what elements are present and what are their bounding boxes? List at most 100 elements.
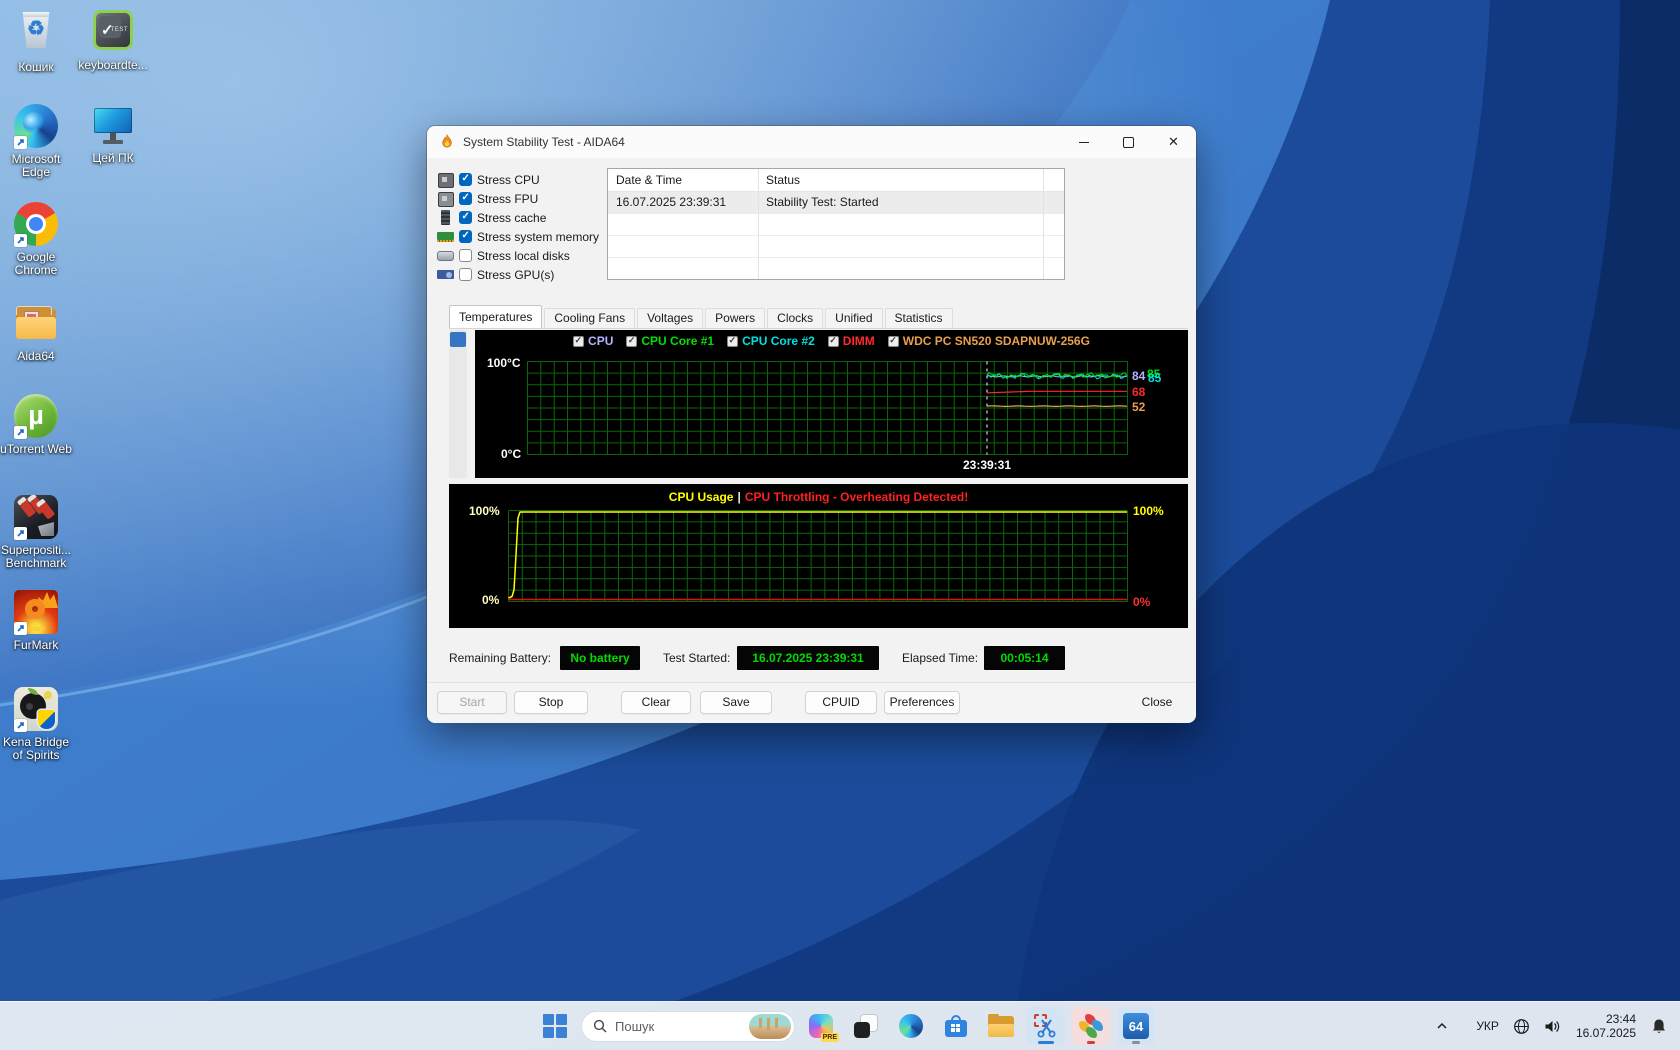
usage-right-min-label: 0% — [1133, 595, 1150, 609]
aida64-stability-test-window: System Stability Test - AIDA64 ✕ Stress … — [427, 126, 1196, 722]
checkbox[interactable] — [626, 336, 637, 347]
y-axis-max-label: 100°C — [487, 356, 521, 370]
shortcut-arrow-icon — [14, 719, 27, 732]
close-button[interactable]: ✕ — [1151, 126, 1196, 158]
recycle-bin-icon: ♻ — [21, 12, 51, 48]
desktop-icon-kena[interactable]: Kena Bridge of Spirits — [0, 686, 82, 762]
tab-voltages[interactable]: Voltages — [637, 308, 703, 328]
desktop-icon-keyboard-test[interactable]: ✓TEST keyboardte... — [67, 8, 159, 72]
tab-unified[interactable]: Unified — [825, 308, 882, 328]
shortcut-arrow-icon — [14, 426, 27, 439]
checkbox[interactable] — [459, 268, 472, 281]
stress-option-fpu[interactable]: Stress FPU — [437, 189, 599, 208]
system-tray: УКР 23:44 16.07.2025 — [1429, 1002, 1674, 1050]
search-icon — [593, 1019, 607, 1033]
clear-button[interactable]: Clear — [621, 691, 691, 714]
running-indicator — [1038, 1041, 1054, 1044]
stress-option-disks[interactable]: Stress local disks — [437, 246, 599, 265]
elapsed-time-label: Elapsed Time: — [902, 646, 978, 670]
checkbox[interactable] — [459, 249, 472, 262]
taskbar-benchmark-app[interactable] — [1072, 1007, 1110, 1045]
table-row[interactable]: 16.07.2025 23:39:31 Stability Test: Star… — [608, 192, 1064, 214]
desktop-icon-this-pc[interactable]: Цей ПК — [67, 103, 159, 165]
taskbar-aida64[interactable]: 64 — [1117, 1007, 1155, 1045]
desktop-icon-superposition[interactable]: Superpositi... Benchmark — [0, 494, 82, 570]
temperature-plot — [527, 361, 1128, 455]
usage-left-min-label: 0% — [482, 593, 499, 607]
checkbox[interactable] — [888, 336, 899, 347]
taskbar-snipping-app[interactable] — [1027, 1007, 1065, 1045]
legend-cpu[interactable]: CPU — [573, 334, 613, 348]
preferences-button[interactable]: Preferences — [884, 691, 960, 714]
taskbar-task-view[interactable] — [847, 1007, 885, 1045]
memory-icon — [437, 229, 454, 244]
legend-cpu-core2[interactable]: CPU Core #2 — [727, 334, 815, 348]
stress-option-gpu[interactable]: Stress GPU(s) — [437, 265, 599, 284]
column-date-time[interactable]: Date & Time — [608, 169, 758, 191]
table-row-empty — [608, 236, 1064, 258]
volume-indicator[interactable] — [1537, 1006, 1568, 1046]
checkbox[interactable] — [459, 192, 472, 205]
disk-icon — [437, 248, 454, 263]
table-header[interactable]: Date & Time Status — [608, 169, 1064, 192]
checkbox[interactable] — [573, 336, 584, 347]
title-bar[interactable]: System Stability Test - AIDA64 ✕ — [427, 126, 1196, 158]
taskbar: Пошук PRE — [0, 1001, 1680, 1050]
usage-chart-title: CPU Usage|CPU Throttling - Overheating D… — [449, 490, 1188, 504]
desktop-icon-google-chrome[interactable]: Google Chrome — [0, 201, 82, 277]
stress-option-cache[interactable]: Stress cache — [437, 208, 599, 227]
cpuid-button[interactable]: CPUID — [805, 691, 877, 714]
core2-temp-value: 85 — [1148, 371, 1161, 385]
checkbox[interactable] — [459, 173, 472, 186]
start-button[interactable]: Start — [437, 691, 507, 714]
taskbar-edge[interactable] — [892, 1007, 930, 1045]
taskbar-file-explorer[interactable] — [982, 1007, 1020, 1045]
desktop-icon-utorrent-web[interactable]: µ uTorrent Web — [0, 393, 82, 456]
slider-thumb[interactable] — [450, 332, 466, 347]
network-indicator[interactable] — [1506, 1006, 1537, 1046]
tab-cooling-fans[interactable]: Cooling Fans — [544, 308, 635, 328]
bell-icon — [1651, 1018, 1667, 1035]
hidden-icons-chevron[interactable] — [1429, 1006, 1455, 1046]
bing-daily-image[interactable] — [749, 1014, 791, 1039]
legend-cpu-core1[interactable]: CPU Core #1 — [626, 334, 714, 348]
taskbar-store[interactable] — [937, 1007, 975, 1045]
battery-label: Remaining Battery: — [449, 646, 551, 670]
minimize-button[interactable] — [1061, 126, 1106, 158]
tab-powers[interactable]: Powers — [705, 308, 765, 328]
tab-temperatures[interactable]: Temperatures — [449, 305, 542, 328]
tab-clocks[interactable]: Clocks — [767, 308, 823, 328]
language-indicator[interactable]: УКР — [1469, 1006, 1506, 1046]
stress-option-cpu[interactable]: Stress CPU — [437, 170, 599, 189]
date: 16.07.2025 — [1576, 1026, 1636, 1040]
folder-icon — [14, 301, 58, 345]
close-footer-button[interactable]: Close — [1122, 691, 1192, 714]
checkbox[interactable] — [828, 336, 839, 347]
chart-height-slider[interactable] — [449, 330, 467, 478]
desktop-icon-aida64-folder[interactable]: Aida64 — [0, 301, 82, 363]
legend-dimm[interactable]: DIMM — [828, 334, 875, 348]
desktop-icon-furmark[interactable]: rMark FurMark — [0, 589, 82, 652]
shortcut-arrow-icon — [14, 622, 27, 635]
speaker-icon — [1544, 1019, 1561, 1034]
stress-option-memory[interactable]: Stress system memory — [437, 227, 599, 246]
shortcut-arrow-icon — [14, 527, 27, 540]
taskbar-copilot[interactable]: PRE — [802, 1007, 840, 1045]
snipping-tool-icon — [1034, 1014, 1058, 1038]
maximize-button[interactable] — [1106, 126, 1151, 158]
notifications[interactable] — [1644, 1006, 1674, 1046]
checkbox[interactable] — [727, 336, 738, 347]
search-placeholder: Пошук — [615, 1019, 741, 1034]
stop-button[interactable]: Stop — [514, 691, 588, 714]
tab-statistics[interactable]: Statistics — [885, 308, 953, 328]
checkbox[interactable] — [459, 230, 472, 243]
column-status[interactable]: Status — [758, 169, 1064, 191]
start-button-taskbar[interactable] — [536, 1007, 574, 1045]
window-title: System Stability Test - AIDA64 — [463, 135, 625, 149]
battery-value: No battery — [560, 646, 640, 670]
search-box[interactable]: Пошук — [581, 1011, 795, 1042]
save-button[interactable]: Save — [700, 691, 772, 714]
taskbar-clock[interactable]: 23:44 16.07.2025 — [1568, 1012, 1644, 1040]
legend-wdc-ssd[interactable]: WDC PC SN520 SDAPNUW-256G — [888, 334, 1090, 348]
checkbox[interactable] — [459, 211, 472, 224]
